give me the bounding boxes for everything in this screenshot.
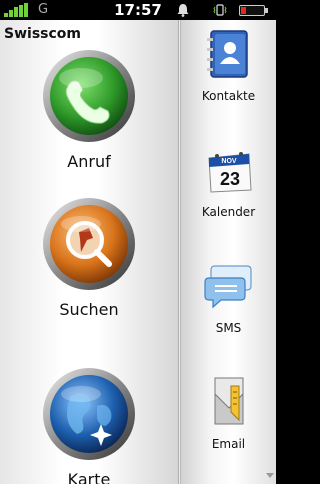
app-karte[interactable]: Karte	[0, 366, 178, 484]
phone-icon	[43, 50, 135, 142]
calendar-icon: NOV 23	[207, 152, 252, 193]
app-suchen[interactable]: Suchen	[0, 196, 178, 319]
scroll-down-icon[interactable]	[265, 470, 275, 480]
app-label-suchen: Suchen	[59, 300, 119, 319]
battery-icon	[239, 5, 268, 16]
status-bar: G 17:57	[0, 0, 276, 20]
app-label-kontakte: Kontakte	[201, 89, 256, 103]
app-label-sms: SMS	[215, 321, 242, 335]
carrier-name: Swisscom	[4, 26, 81, 42]
contacts-book-icon	[206, 30, 248, 78]
app-email[interactable]: Email	[181, 376, 276, 451]
calendar-day: 23	[219, 169, 239, 189]
app-anruf[interactable]: Anruf	[0, 48, 178, 171]
app-label-email: Email	[211, 437, 246, 451]
search-icon	[43, 198, 135, 290]
side-apps-panel: Kontakte NOV 23 Kalender SMS Email	[181, 20, 276, 484]
sms-bubble-icon	[203, 265, 252, 309]
bell-icon	[177, 4, 189, 17]
app-label-kalender: Kalender	[201, 205, 256, 219]
clock: 17:57	[114, 1, 162, 19]
calendar-month: NOV	[221, 158, 237, 165]
app-kontakte[interactable]: Kontakte	[181, 28, 276, 103]
app-label-anruf: Anruf	[67, 152, 111, 171]
vibrate-icon	[213, 4, 227, 16]
email-envelope-icon	[214, 377, 243, 425]
app-sms[interactable]: SMS	[181, 260, 276, 335]
app-label-karte: Karte	[67, 470, 111, 484]
app-kalender[interactable]: NOV 23 Kalender	[181, 144, 276, 219]
main-apps-panel: Swisscom Anruf Suchen Karte	[0, 20, 178, 484]
map-globe-icon	[43, 368, 135, 460]
